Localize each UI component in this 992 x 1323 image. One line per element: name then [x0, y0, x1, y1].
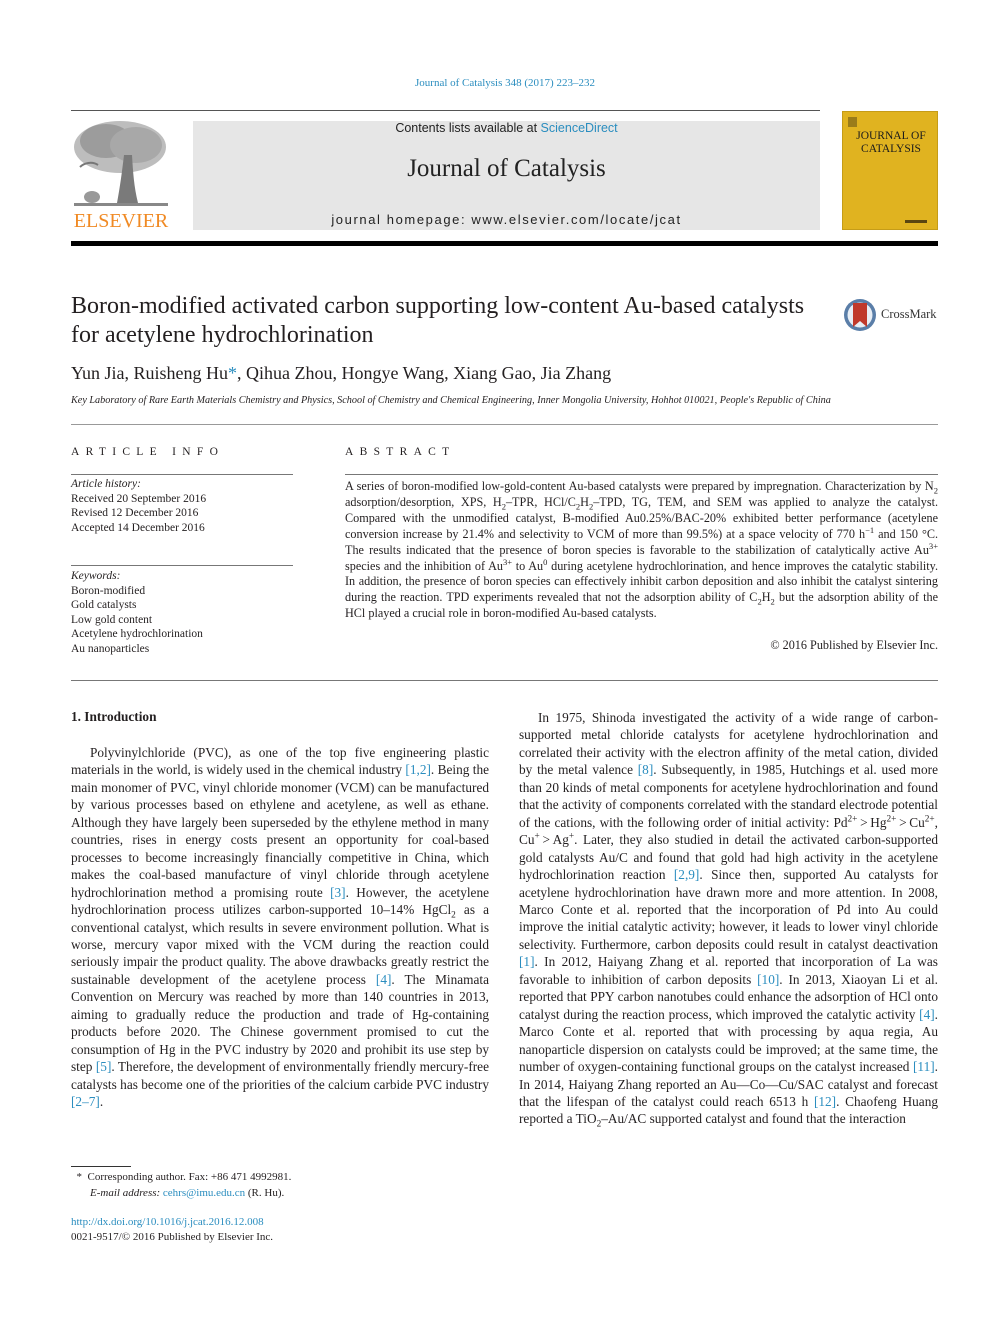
abstract-text: A series of boron-modified low-gold-cont…	[345, 479, 939, 621]
crossmark-badge[interactable]: CrossMark	[843, 297, 943, 333]
history-accepted: Accepted 14 December 2016	[71, 521, 205, 534]
citation-link[interactable]: [4]	[919, 1007, 935, 1022]
email-suffix: (R. Hu).	[245, 1187, 285, 1199]
elsevier-wordmark: ELSEVIER	[73, 210, 169, 232]
citation-link[interactable]: [2–7]	[71, 1094, 100, 1109]
citation-link[interactable]: [10]	[757, 972, 779, 987]
citation-link[interactable]: [5]	[96, 1059, 112, 1074]
citation-link[interactable]: [3]	[330, 885, 346, 900]
keyword-item: Acetylene hydrochlorination	[71, 628, 203, 640]
email-link[interactable]: cehrs@imu.edu.cn	[163, 1187, 245, 1199]
tree-icon	[74, 121, 168, 206]
footnote-email: E-mail address: cehrs@imu.edu.cn (R. Hu)…	[90, 1186, 284, 1201]
abstract-heading: ABSTRACT	[345, 446, 456, 458]
body-column-right: In 1975, Shinoda investigated the activi…	[519, 709, 938, 1131]
keywords-label: Keywords:	[71, 570, 121, 582]
intro-paragraph-1: Polyvinylchloride (PVC), as one of the t…	[71, 745, 489, 1110]
author-list: Yun Jia, Ruisheng Hu*, Qihua Zhou, Hongy…	[71, 363, 611, 384]
issn-copyright: 0021-9517/© 2016 Published by Elsevier I…	[71, 1231, 274, 1243]
keyword-item: Gold catalysts	[71, 599, 137, 611]
keyword-item: Au nanoparticles	[71, 642, 150, 655]
intro-paragraph-2: In 1975, Shinoda investigated the activi…	[519, 710, 938, 1131]
citation-link[interactable]: [1]	[519, 954, 535, 969]
history-label: Article history:	[71, 478, 141, 490]
doi-link[interactable]: http://dx.doi.org/10.1016/j.jcat.2016.12…	[71, 1216, 264, 1228]
cover-title-line2: CATALYSIS	[861, 143, 921, 155]
history-received: Received 20 September 2016	[71, 492, 207, 505]
crossmark-label: CrossMark	[881, 307, 937, 321]
journal-citation[interactable]: Journal of Catalysis 348 (2017) 223–232	[0, 77, 992, 89]
footnote-rule	[71, 1166, 131, 1167]
keywords-rule	[71, 565, 293, 566]
email-label: E-mail address:	[90, 1187, 163, 1199]
journal-name: Journal of Catalysis	[407, 155, 606, 182]
footnote-corresponding-author: * Corresponding author. Fax: +86 471 499…	[71, 1170, 292, 1185]
citation-link[interactable]: [1,2]	[405, 762, 430, 777]
corresponding-author-marker[interactable]: *	[228, 363, 237, 383]
body-separator-rule	[71, 680, 938, 681]
contents-prefix: Contents lists available at	[395, 121, 541, 135]
article-title: Boron-modified activated carbon supporti…	[71, 293, 805, 348]
authors-rest: , Qihua Zhou, Hongye Wang, Xiang Gao, Ji…	[237, 363, 612, 383]
header-top-rule	[71, 110, 820, 111]
affiliation-rule	[71, 424, 938, 425]
footnote-star: *	[76, 1171, 83, 1183]
footnote-corresponding-text: Corresponding author. Fax: +86 471 49929…	[87, 1171, 292, 1183]
citation-link[interactable]: [2,9]	[674, 867, 699, 882]
citation-link[interactable]: [12]	[814, 1094, 836, 1109]
article-info-heading: ARTICLE INFO	[71, 446, 225, 458]
affiliation: Key Laboratory of Rare Earth Materials C…	[71, 395, 831, 406]
citation-link[interactable]: [11]	[913, 1059, 935, 1074]
introduction-heading: 1. Introduction	[71, 709, 157, 724]
keyword-item: Boron-modified	[71, 584, 146, 597]
history-revised: Revised 12 December 2016	[71, 507, 199, 519]
body-column-left: Polyvinylchloride (PVC), as one of the t…	[71, 744, 489, 1111]
contents-availability: Contents lists available at ScienceDirec…	[193, 121, 820, 135]
crossmark-icon	[844, 299, 876, 331]
article-history: Article history: Received 20 September 2…	[71, 477, 206, 535]
cover-title: JOURNAL OF CATALYSIS	[843, 130, 939, 156]
cover-title-line1: JOURNAL OF	[856, 130, 926, 142]
header-thick-rule	[71, 241, 938, 246]
keywords: Keywords: Boron-modified Gold catalysts …	[71, 569, 203, 656]
elsevier-emblem-icon	[848, 117, 857, 127]
journal-homepage[interactable]: journal homepage: www.elsevier.com/locat…	[193, 212, 820, 227]
keyword-item: Low gold content	[71, 613, 153, 626]
citation-link[interactable]: [8]	[638, 762, 654, 777]
abstract-copyright: © 2016 Published by Elsevier Inc.	[770, 638, 938, 652]
citation-link[interactable]: [4]	[376, 972, 392, 987]
sciencedirect-link[interactable]: ScienceDirect	[541, 121, 618, 135]
journal-cover-thumbnail[interactable]: JOURNAL OF CATALYSIS	[842, 111, 938, 230]
abstract-rule	[345, 474, 938, 475]
authors-first: Yun Jia, Ruisheng Hu	[71, 363, 228, 383]
article-info-rule	[71, 474, 293, 475]
cover-barcode	[905, 220, 927, 223]
